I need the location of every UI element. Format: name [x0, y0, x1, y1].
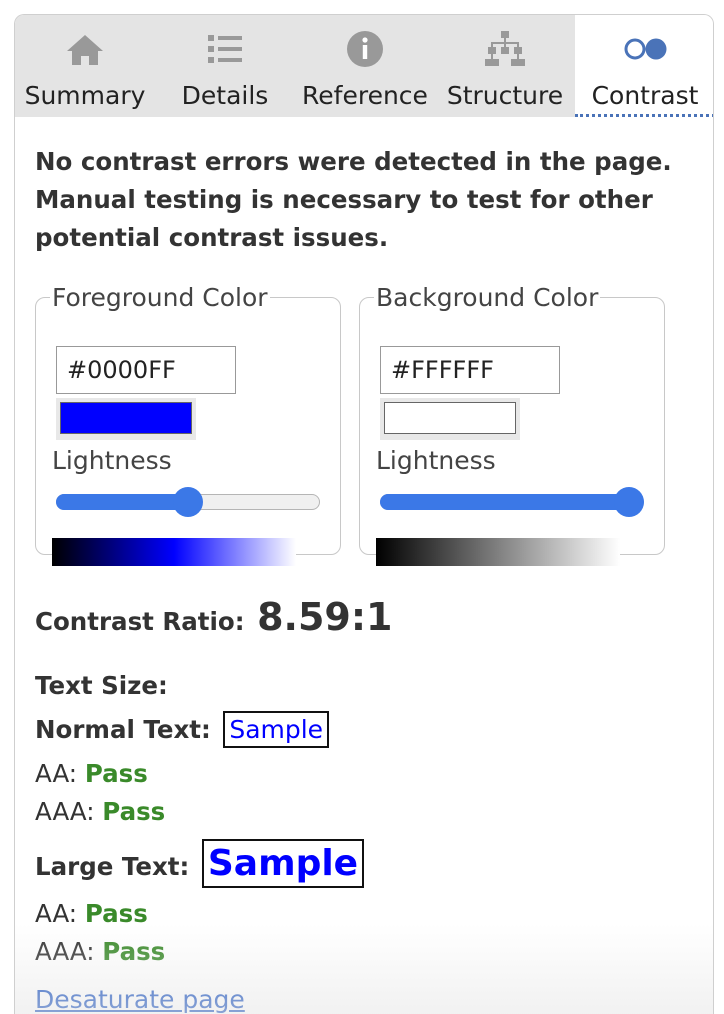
- normal-text-row: Normal Text: Sample: [35, 711, 330, 748]
- foreground-lightness-label: Lightness: [52, 446, 172, 475]
- large-aa-label: AA:: [35, 899, 78, 928]
- foreground-lightness-gradient: [52, 538, 296, 566]
- slider-thumb[interactable]: [173, 487, 203, 517]
- contrast-circles-icon: [623, 29, 667, 69]
- tab-details-label: Details: [181, 81, 269, 110]
- tab-details[interactable]: Details: [155, 15, 295, 117]
- foreground-hex-input[interactable]: [56, 346, 236, 394]
- normal-text-sample: Sample: [223, 711, 330, 748]
- large-aa-status: Pass: [84, 899, 148, 928]
- summary-message: No contrast errors were detected in the …: [35, 147, 672, 252]
- contrast-panel: Summary Details Reference Structure Cont…: [14, 14, 714, 1014]
- background-lightness-gradient: [376, 538, 620, 566]
- tab-reference[interactable]: Reference: [295, 15, 435, 117]
- foreground-lightness-slider[interactable]: [56, 487, 320, 517]
- normal-aa-label: AA:: [35, 759, 78, 788]
- tab-summary-label: Summary: [24, 81, 146, 110]
- contrast-ratio-label: Contrast Ratio:: [35, 607, 245, 636]
- contrast-ratio-value: 8.59:1: [257, 595, 393, 639]
- hierarchy-icon: [483, 29, 527, 69]
- normal-aa-status: Pass: [84, 759, 148, 788]
- background-color-group: Background Color Lightness: [359, 283, 665, 566]
- large-aa-result: AA: Pass: [35, 899, 148, 928]
- large-aaa-status: Pass: [102, 937, 166, 966]
- list-icon: [203, 29, 247, 69]
- large-aaa-result: AAA: Pass: [35, 937, 165, 966]
- tab-structure[interactable]: Structure: [435, 15, 575, 117]
- normal-text-label: Normal Text:: [35, 715, 211, 744]
- normal-aa-result: AA: Pass: [35, 759, 148, 788]
- tab-structure-label: Structure: [446, 81, 564, 110]
- normal-aaa-status: Pass: [102, 797, 166, 826]
- foreground-swatch-button[interactable]: [56, 398, 196, 440]
- background-swatch-button[interactable]: [380, 398, 520, 440]
- slider-thumb[interactable]: [614, 487, 644, 517]
- tab-summary[interactable]: Summary: [15, 15, 155, 117]
- background-legend: Background Color: [376, 283, 599, 312]
- info-icon: [343, 29, 387, 69]
- slider-fill: [56, 494, 188, 510]
- background-hex-input[interactable]: [380, 346, 560, 394]
- background-lightness-label: Lightness: [376, 446, 496, 475]
- foreground-legend: Foreground Color: [52, 283, 268, 312]
- large-text-row: Large Text: Sample: [35, 839, 365, 888]
- slider-fill: [380, 494, 629, 510]
- normal-aaa-result: AAA: Pass: [35, 797, 165, 826]
- background-lightness-slider[interactable]: [380, 487, 644, 517]
- normal-aaa-label: AAA:: [35, 797, 95, 826]
- tab-contrast[interactable]: Contrast: [575, 15, 713, 117]
- contrast-ratio: Contrast Ratio: 8.59:1: [35, 595, 392, 639]
- foreground-color-group: Foreground Color Lightness: [35, 283, 341, 566]
- large-text-label: Large Text:: [35, 852, 190, 881]
- tab-contrast-label: Contrast: [591, 81, 699, 110]
- home-icon: [63, 29, 107, 69]
- tab-reference-label: Reference: [302, 81, 428, 110]
- large-aaa-label: AAA:: [35, 937, 95, 966]
- text-size-heading: Text Size:: [35, 671, 168, 700]
- background-swatch: [384, 402, 516, 434]
- large-text-sample: Sample: [201, 839, 365, 888]
- tab-bar: Summary Details Reference Structure Cont…: [15, 15, 713, 117]
- foreground-swatch: [60, 402, 192, 434]
